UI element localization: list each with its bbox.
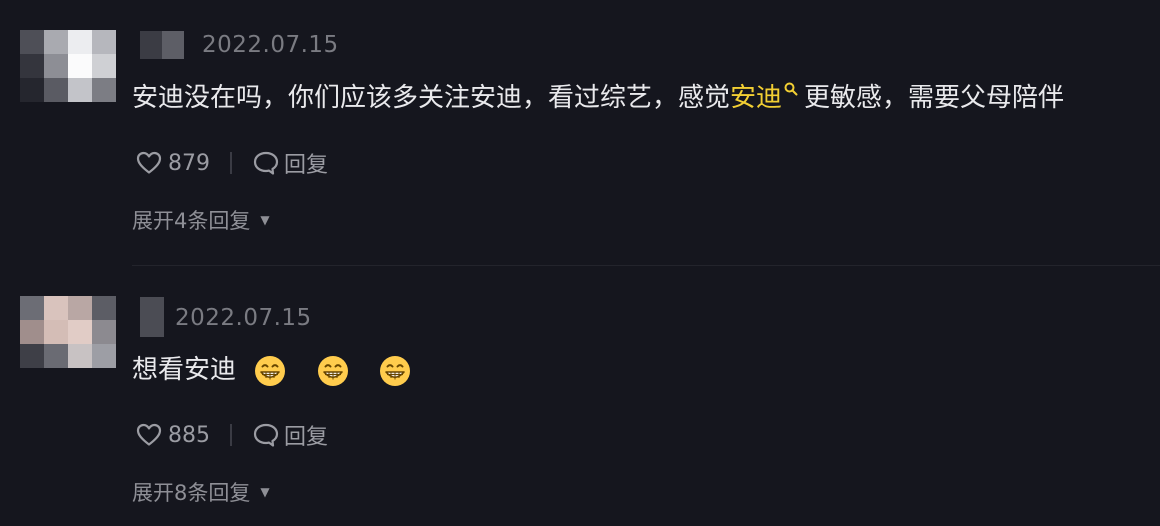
grinning-face-emoji (255, 355, 286, 386)
comment-feed: 2022.07.15 安迪没在吗，你们应该多关注安迪，看过综艺，感觉安迪 更敏感，… (0, 0, 1160, 526)
search-icon[interactable] (784, 82, 798, 96)
username-blurred[interactable] (140, 31, 184, 59)
expand-replies-label: 展开8条回复 (132, 481, 251, 505)
grinning-face-emoji (379, 355, 410, 386)
expand-replies-button[interactable]: 展开4条回复 ▼ (132, 205, 270, 235)
caret-down-icon: ▼ (260, 485, 270, 499)
divider (230, 424, 232, 446)
comment-date: 2022.07.15 (175, 305, 312, 331)
avatar[interactable] (20, 30, 116, 102)
comment-text: 安迪没在吗，你们应该多关注安迪，看过综艺，感觉安迪 更敏感，需要父母陪伴 (132, 80, 1064, 116)
speech-bubble-icon (253, 151, 279, 175)
username-blurred[interactable] (140, 297, 164, 337)
comment-separator (132, 265, 1160, 266)
speech-bubble-icon (253, 423, 279, 447)
reply-label: 回复 (284, 425, 329, 450)
divider (230, 152, 232, 174)
caret-down-icon: ▼ (260, 213, 270, 227)
search-keyword-link[interactable]: 安迪 (730, 83, 782, 113)
like-button[interactable]: 885 (136, 423, 210, 448)
like-button[interactable]: 879 (136, 151, 210, 176)
comment-date: 2022.07.15 (202, 32, 339, 58)
expand-replies-button[interactable]: 展开8条回复 ▼ (132, 477, 270, 507)
heart-outline-icon (136, 151, 162, 174)
comment-text: 想看安迪 (132, 352, 423, 388)
comment-text-after: 更敏感，需要父母陪伴 (804, 83, 1065, 113)
comment-actions: 885 回复 (136, 419, 328, 451)
avatar[interactable] (20, 296, 116, 368)
like-count: 885 (168, 422, 210, 448)
comment-actions: 879 回复 (136, 147, 328, 179)
reply-button[interactable]: 回复 (252, 419, 328, 451)
comment-text-body: 想看安迪 (132, 355, 237, 385)
reply-label: 回复 (284, 153, 329, 178)
heart-outline-icon (136, 423, 162, 446)
grinning-face-emoji (317, 355, 348, 386)
like-count: 879 (168, 150, 210, 176)
expand-replies-label: 展开4条回复 (132, 209, 251, 233)
reply-button[interactable]: 回复 (252, 147, 328, 179)
comment-text-before: 安迪没在吗，你们应该多关注安迪，看过综艺，感觉 (132, 83, 731, 113)
